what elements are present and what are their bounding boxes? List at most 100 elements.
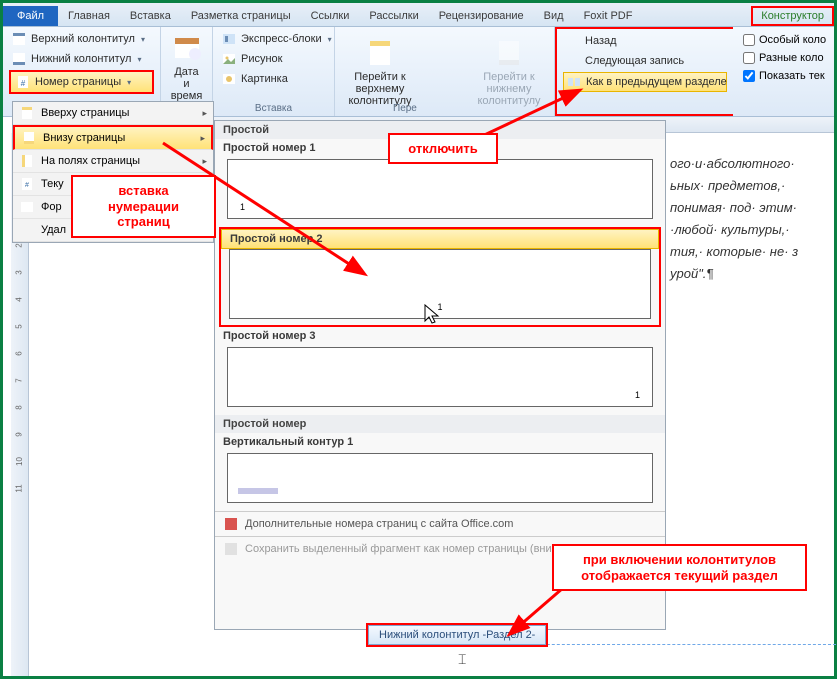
gallery-item-simple-3[interactable]: 1 [227,347,653,407]
tab-layout[interactable]: Разметка страницы [181,6,301,26]
tab-insert[interactable]: Вставка [120,6,181,26]
footer-button[interactable]: Нижний колонтитул [9,50,154,68]
format-icon [19,199,35,215]
tab-review[interactable]: Рецензирование [429,6,534,26]
gallery-more-office[interactable]: Дополнительные номера страниц с сайта Of… [215,511,665,536]
text-line: понимая· под· этим· [670,197,830,219]
text-line: ого·и·абсолютного· [670,153,830,175]
page-margin-icon [19,153,35,169]
ruler-tick: 10 [15,457,24,466]
office-icon [223,516,239,532]
current-pos-icon: # [19,176,35,192]
callout-insert-numbering: вставка нумерации страниц [71,175,216,238]
link-label: Как в предыдущем разделе [586,76,727,88]
quickparts-button[interactable]: Экспресс-блоки [219,30,328,48]
menu-top-of-page[interactable]: Вверху страницы ▸ [13,102,213,125]
goto-footer-label: Перейти к нижнему колонтитулу [474,71,544,107]
remove-icon [19,222,35,238]
tab-file[interactable]: Файл [3,6,58,26]
menu-label: Теку [41,178,64,190]
menu-label: Вверху страницы [41,107,129,119]
save-icon [223,541,239,557]
picture-icon [221,51,237,67]
goto-header-label: Перейти к верхнему колонтитулу [345,71,415,107]
page-top-icon [19,105,35,121]
picture-button[interactable]: Рисунок [219,50,328,68]
ruler-tick: 6 [15,351,24,355]
show-document-checkbox[interactable]: Показать тек [743,70,826,82]
group-label-insert: Вставка [219,103,328,114]
link-icon [566,74,582,90]
prev-label: Назад [585,35,617,47]
svg-text:#: # [21,79,26,88]
menu-page-margins[interactable]: На полях страницы ▸ [13,150,213,173]
callout-footer-note: при включении колонтитулов отображается … [552,544,807,591]
goto-footer-icon [493,37,525,69]
menu-label: На полях страницы [41,155,140,167]
tab-mailings[interactable]: Рассылки [359,6,428,26]
tab-design-context[interactable]: Конструктор [751,6,834,26]
group-nav-records: Назад Следующая запись Как в предыдущем … [555,27,733,116]
page-number-label: Номер страницы [35,76,121,88]
menu-label: Внизу страницы [43,132,125,144]
next-record-button[interactable]: Следующая запись [563,52,727,70]
ruler-tick: 4 [15,297,24,301]
header-button[interactable]: Верхний колонтитул [9,30,154,48]
footer-section-tag-wrap: Нижний колонтитул -Раздел 2- [366,623,548,647]
footer-icon [11,51,27,67]
header-label: Верхний колонтитул [31,33,135,45]
quickparts-label: Экспресс-блоки [241,33,322,45]
special-first-checkbox[interactable]: Особый коло [743,34,826,46]
ruler-tick: 8 [15,405,24,409]
text-line: ·любой· культуры,· [670,219,830,241]
chk-label: Особый коло [759,34,826,46]
prev-record-button[interactable]: Назад [563,32,727,50]
tab-view[interactable]: Вид [534,6,574,26]
tab-references[interactable]: Ссылки [301,6,360,26]
submenu-arrow-icon: ▸ [200,133,205,144]
tab-foxit[interactable]: Foxit PDF [574,6,643,26]
ruler-tick: 9 [15,432,24,436]
text-line: ьных· предметов,· [670,175,830,197]
text-cursor: ⌶ [458,651,466,668]
link-previous-button[interactable]: Как в предыдущем разделе [563,72,727,92]
gallery-category: Простой номер [215,415,665,433]
document-text: ого·и·абсолютного· ьных· предметов,· пон… [670,153,830,286]
svg-text:#: # [25,182,29,189]
prev-icon [565,33,581,49]
menu-bottom-of-page[interactable]: Внизу страницы ▸ [13,125,213,150]
mouse-cursor-icon [423,303,441,330]
submenu-arrow-icon: ▸ [202,108,207,119]
text-line: тия,· которые· не· з [670,241,830,263]
tab-home[interactable]: Главная [58,6,120,26]
tab-strip: Файл Главная Вставка Разметка страницы С… [3,3,834,27]
gallery-item-vertical-1[interactable] [227,453,653,503]
page-number-button[interactable]: # Номер страницы [9,70,154,94]
menu-label: Фор [41,201,62,213]
ruler-tick: 7 [15,378,24,382]
goto-header-button[interactable]: Перейти к верхнему колонтитулу [341,30,419,114]
different-odd-even-checkbox[interactable]: Разные коло [743,52,826,64]
page-number-icon: # [15,74,31,90]
next-icon [565,53,581,69]
chk-label: Разные коло [759,52,824,64]
page-mark: 1 [240,202,245,212]
submenu-arrow-icon: ▸ [202,156,207,167]
gallery-item-simple-1[interactable]: 1 [227,159,653,219]
datetime-button[interactable]: Дата и время [167,30,206,104]
bar-decoration [238,488,278,494]
group-insert: Экспресс-блоки Рисунок Картинка Вставка [213,27,335,116]
quickparts-icon [221,31,237,47]
clipart-label: Картинка [241,73,288,85]
ruler-tick: 3 [15,270,24,274]
callout-disable: отключить [388,133,498,164]
header-icon [11,31,27,47]
datetime-icon [171,32,203,64]
clipart-button[interactable]: Картинка [219,70,328,88]
datetime-label: Дата и время [171,66,203,102]
gallery-item-title: Вертикальный контур 1 [215,433,665,451]
footer-section-tag[interactable]: Нижний колонтитул -Раздел 2- [368,625,546,645]
ruler-tick: 2 [15,243,24,247]
more-label: Дополнительные номера страниц с сайта Of… [245,518,513,530]
goto-footer-button[interactable]: Перейти к нижнему колонтитулу [470,30,548,114]
